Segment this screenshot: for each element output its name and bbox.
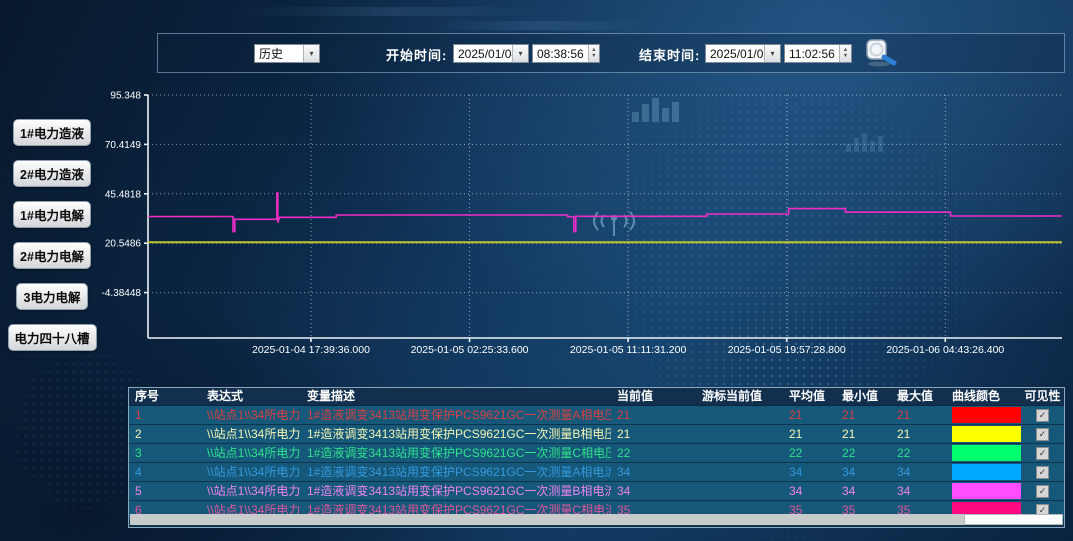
table-cell: 34 (611, 482, 696, 500)
table-cell (696, 406, 783, 424)
column-header: 游标当前值 (696, 388, 783, 405)
table-cell: 34 (836, 482, 891, 500)
visibility-checkbox[interactable]: ✓ (1036, 447, 1049, 460)
x-axis-tick-label: 2025-01-05 02:25:33.600 (411, 344, 529, 356)
table-cell: \\站点1\\34所电力… (201, 444, 301, 462)
table-cell: 21 (783, 425, 836, 443)
chart-plot-area[interactable]: 95.348 70.4149 45.4818 20.5486 -4.38448 2025-… (0, 0, 1073, 380)
visibility-checkbox[interactable]: ✓ (1036, 466, 1049, 479)
table-row[interactable]: 1\\站点1\\34所电力…1#造液调变3413站用变保护PCS9621GC一次… (129, 406, 1064, 425)
table-cell: 1#造液调变3413站用变保护PCS9621GC一次测量B相电压 (301, 425, 611, 443)
table-cell: 4 (129, 463, 201, 481)
curve-color-swatch[interactable] (952, 483, 1021, 499)
column-header: 序号 (129, 388, 201, 405)
column-header: 最小值 (836, 388, 891, 405)
x-axis-tick-label: 2025-01-06 04:43:26.400 (886, 344, 1004, 356)
column-header: 曲线颜色 (946, 388, 1021, 405)
table-cell: 34 (783, 482, 836, 500)
table-cell: 2 (129, 425, 201, 443)
curve-color-swatch[interactable] (952, 407, 1021, 423)
table-row[interactable]: 4\\站点1\\34所电力…1#造液调变3413站用变保护PCS9621GC一次… (129, 463, 1064, 482)
table-cell: 21 (611, 425, 696, 443)
table-cell: 34 (611, 463, 696, 481)
table-cell: 34 (783, 463, 836, 481)
curve-color-swatch[interactable] (952, 464, 1021, 480)
table-cell: 21 (891, 425, 946, 443)
table-cell: 21 (611, 406, 696, 424)
table-cell: 22 (611, 444, 696, 462)
table-cell (696, 482, 783, 500)
table-cell: 21 (836, 425, 891, 443)
y-axis-tick-label: -4.38448 (102, 288, 142, 299)
y-axis-tick-label: 20.5486 (105, 239, 142, 250)
column-header: 表达式 (201, 388, 301, 405)
table-cell (696, 425, 783, 443)
table-cell: 1 (129, 406, 201, 424)
visibility-checkbox[interactable]: ✓ (1036, 485, 1049, 498)
table-body: 1\\站点1\\34所电力…1#造液调变3413站用变保护PCS9621GC一次… (129, 406, 1064, 520)
table-cell: \\站点1\\34所电力… (201, 406, 301, 424)
table-header-row: 序号表达式变量描述当前值游标当前值平均值最小值最大值曲线颜色可见性 (129, 388, 1064, 406)
horizontal-scrollbar[interactable] (130, 514, 1063, 525)
curve-color-swatch[interactable] (952, 426, 1021, 442)
x-axis-tick-label: 2025-01-05 19:57:28.800 (728, 344, 846, 356)
table-cell (696, 463, 783, 481)
table-cell: 1#造液调变3413站用变保护PCS9621GC一次测量A相电压 (301, 406, 611, 424)
table-cell: \\站点1\\34所电力… (201, 482, 301, 500)
y-axis-tick-label: 95.348 (110, 91, 141, 102)
visibility-checkbox[interactable]: ✓ (1036, 428, 1049, 441)
table-row[interactable]: 3\\站点1\\34所电力…1#造液调变3413站用变保护PCS9621GC一次… (129, 444, 1064, 463)
table-cell: 1#造液调变3413站用变保护PCS9621GC一次测量B相电流 (301, 482, 611, 500)
table-cell: 5 (129, 482, 201, 500)
table-cell: 22 (836, 444, 891, 462)
table-row[interactable]: 5\\站点1\\34所电力…1#造液调变3413站用变保护PCS9621GC一次… (129, 482, 1064, 501)
table-cell: 22 (783, 444, 836, 462)
data-table: 序号表达式变量描述当前值游标当前值平均值最小值最大值曲线颜色可见性 1\\站点1… (128, 387, 1065, 528)
table-cell: 22 (891, 444, 946, 462)
table-cell: \\站点1\\34所电力… (201, 463, 301, 481)
table-cell: 21 (783, 406, 836, 424)
series-curve-magenta (148, 193, 1062, 232)
x-axis-tick-label: 2025-01-05 11:11:31.200 (570, 344, 687, 356)
table-cell: 1#造液调变3413站用变保护PCS9621GC一次测量A相电流 (301, 463, 611, 481)
column-header: 当前值 (611, 388, 696, 405)
scrollbar-thumb[interactable] (964, 514, 1063, 525)
scada-hmi-screen: { "toolbar": { "mode_select": {"value": … (0, 0, 1073, 541)
curve-color-swatch[interactable] (952, 445, 1021, 461)
table-cell: 21 (836, 406, 891, 424)
y-axis-tick-label: 45.4818 (105, 189, 142, 200)
table-cell (696, 444, 783, 462)
visibility-checkbox[interactable]: ✓ (1036, 409, 1049, 422)
column-header: 平均值 (783, 388, 836, 405)
column-header: 可见性 (1021, 388, 1064, 405)
table-cell: 34 (891, 463, 946, 481)
table-cell: 34 (891, 482, 946, 500)
table-cell: 34 (836, 463, 891, 481)
table-cell: 21 (891, 406, 946, 424)
table-cell: 3 (129, 444, 201, 462)
table-cell: \\站点1\\34所电力… (201, 425, 301, 443)
y-axis-tick-label: 70.4149 (105, 140, 142, 151)
column-header: 最大值 (891, 388, 946, 405)
table-cell: 1#造液调变3413站用变保护PCS9621GC一次测量C相电压 (301, 444, 611, 462)
table-row[interactable]: 2\\站点1\\34所电力…1#造液调变3413站用变保护PCS9621GC一次… (129, 425, 1064, 444)
column-header: 变量描述 (301, 388, 611, 405)
x-axis-tick-label: 2025-01-04 17:39:36.000 (252, 344, 370, 356)
